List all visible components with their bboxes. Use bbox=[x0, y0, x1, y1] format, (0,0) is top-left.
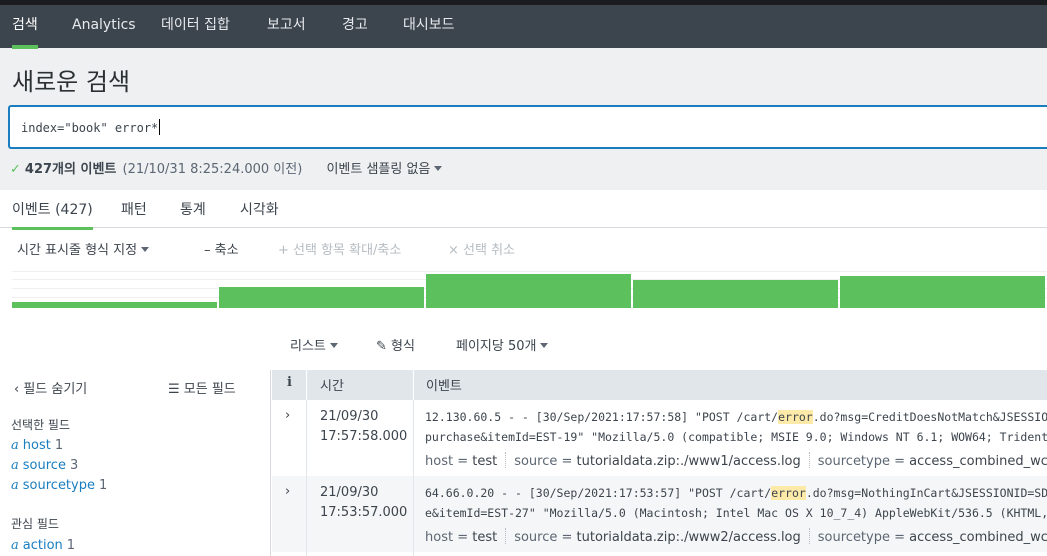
timeline-bar[interactable] bbox=[12, 302, 217, 308]
host-value[interactable]: test bbox=[472, 454, 497, 469]
string-type-icon: a bbox=[11, 538, 19, 553]
column-divider bbox=[413, 370, 414, 400]
chevron-down-icon bbox=[434, 166, 443, 171]
field-sourcetype[interactable]: a sourcetype 1 bbox=[11, 478, 107, 493]
page-title: 새로운 검색 bbox=[12, 68, 131, 96]
deselect-button[interactable]: × 선택 취소 bbox=[448, 239, 515, 258]
field-divider bbox=[808, 528, 810, 544]
nav-tab-dashboards[interactable]: 대시보드 bbox=[403, 5, 455, 48]
column-divider bbox=[306, 370, 307, 400]
string-type-icon: a bbox=[11, 478, 19, 493]
search-term-highlight: error bbox=[771, 486, 806, 500]
expand-row-icon[interactable]: › bbox=[285, 484, 290, 499]
sourcetype-value[interactable]: access_combined_wcookie bbox=[909, 454, 1047, 469]
timeline-bar[interactable] bbox=[219, 287, 424, 308]
check-icon: ✓ bbox=[10, 162, 21, 177]
events-table-header: i 시간 이벤트 bbox=[272, 370, 1047, 400]
field-host[interactable]: a host 1 bbox=[11, 438, 63, 453]
search-bar[interactable]: index="book" error* bbox=[8, 105, 1047, 149]
chevron-down-icon bbox=[540, 343, 549, 348]
sampling-dropdown[interactable]: 이벤트 샘플링 없음 bbox=[326, 162, 443, 177]
results-tabs: 이벤트 (427) 패턴 통계 시각화 bbox=[0, 190, 1047, 230]
field-divider bbox=[808, 452, 810, 468]
column-divider bbox=[306, 400, 307, 556]
search-input[interactable]: index="book" error* bbox=[21, 119, 161, 135]
event-timeline[interactable] bbox=[12, 264, 1047, 308]
timeline-bar[interactable] bbox=[633, 280, 838, 308]
string-type-icon: a bbox=[11, 438, 19, 453]
field-divider bbox=[505, 452, 507, 468]
selected-fields-heading: 선택한 필드 bbox=[11, 418, 71, 432]
time-column-header[interactable]: 시간 bbox=[320, 375, 344, 394]
tab-statistics[interactable]: 통계 bbox=[180, 199, 206, 219]
event-time-range: (21/10/31 8:25:24.000 이전) bbox=[122, 162, 303, 177]
column-divider bbox=[413, 400, 414, 556]
tab-events[interactable]: 이벤트 (427) bbox=[12, 199, 93, 230]
field-divider bbox=[505, 528, 507, 544]
host-value[interactable]: test bbox=[472, 530, 497, 545]
per-page-dropdown[interactable]: 페이지당 50개 bbox=[456, 335, 549, 354]
event-time: 21/09/30 17:57:58.000 bbox=[320, 409, 408, 444]
tab-events-label: 이벤트 bbox=[12, 202, 51, 218]
chevron-down-icon bbox=[329, 343, 338, 348]
job-status: ✓ 427개의 이벤트 (21/10/31 8:25:24.000 이전) 이벤트… bbox=[10, 158, 443, 177]
pencil-icon: ✎ bbox=[376, 339, 387, 354]
timeline-format-dropdown[interactable]: 시간 표시줄 형식 지정 bbox=[17, 239, 150, 258]
event-count: 427개의 이벤트 bbox=[24, 162, 117, 177]
timeline-format-label: 시간 표시줄 형식 지정 bbox=[17, 243, 138, 258]
source-value[interactable]: tutorialdata.zip:./www2/access.log bbox=[577, 530, 801, 545]
info-column-header: i bbox=[287, 375, 292, 390]
tab-visualization[interactable]: 시각화 bbox=[240, 199, 279, 219]
sourcetype-value[interactable]: access_combined_wcookie bbox=[909, 530, 1047, 545]
table-row: › 21/09/30 17:53:57.000 64.66.0.20 - - [3… bbox=[272, 476, 1047, 552]
event-raw-text[interactable]: 64.66.0.20 - - [30/Sep/2021:17:53:57] "P… bbox=[425, 483, 1047, 523]
text-cursor bbox=[159, 119, 161, 135]
search-term-highlight: error bbox=[778, 410, 813, 424]
all-fields-button[interactable]: ☰ 모든 필드 bbox=[168, 378, 236, 397]
event-fields: host = test source = tutorialdata.zip:./w… bbox=[425, 452, 1047, 469]
field-action[interactable]: a action 1 bbox=[11, 538, 75, 553]
top-nav: 검색 Analytics 데이터 집합 보고서 경고 대시보드 bbox=[0, 0, 1047, 49]
zoom-out-button[interactable]: – 축소 bbox=[204, 239, 239, 258]
format-label: 형식 bbox=[391, 339, 415, 354]
nav-tab-reports[interactable]: 보고서 bbox=[267, 5, 306, 48]
timeline-bar[interactable] bbox=[840, 276, 1045, 308]
string-type-icon: a bbox=[11, 458, 19, 473]
list-toolbar: 리스트 ✎ 형식 페이지당 50개 bbox=[0, 334, 1047, 356]
event-raw-text[interactable]: 12.130.60.5 - - [30/Sep/2021:17:57:58] "… bbox=[425, 407, 1047, 447]
timeline-toolbar: 시간 표시줄 형식 지정 – 축소 + 선택 항목 확대/축소 × 선택 취소 bbox=[0, 236, 1047, 262]
chevron-down-icon bbox=[141, 247, 150, 252]
nav-tab-search[interactable]: 검색 bbox=[12, 5, 38, 49]
event-time: 21/09/30 17:53:57.000 bbox=[320, 485, 408, 520]
tab-patterns[interactable]: 패턴 bbox=[121, 199, 147, 219]
nav-tab-datasets[interactable]: 데이터 집합 bbox=[161, 5, 230, 48]
per-page-label: 페이지당 50개 bbox=[456, 339, 537, 354]
zoom-selection-button[interactable]: + 선택 항목 확대/축소 bbox=[278, 239, 401, 258]
hide-fields-button[interactable]: ‹ 필드 숨기기 bbox=[14, 378, 87, 397]
event-fields: host = test source = tutorialdata.zip:./w… bbox=[425, 528, 1047, 545]
expand-row-icon[interactable]: › bbox=[285, 408, 290, 423]
event-column-header: 이벤트 bbox=[426, 379, 462, 394]
search-query-text: index="book" error* bbox=[21, 121, 159, 135]
format-button[interactable]: ✎ 형식 bbox=[376, 335, 415, 354]
nav-tab-alerts[interactable]: 경고 bbox=[342, 5, 368, 48]
table-row: › 21/09/30 17:57:58.000 12.130.60.5 - - [… bbox=[272, 400, 1047, 476]
interesting-fields-heading: 관심 필드 bbox=[11, 517, 59, 531]
sampling-label: 이벤트 샘플링 없음 bbox=[326, 162, 431, 177]
list-view-label: 리스트 bbox=[290, 339, 326, 354]
timeline-gridline bbox=[12, 271, 1047, 272]
fields-sidebar: ‹ 필드 숨기기 ☰ 모든 필드 선택한 필드 a host 1 a source 3 … bbox=[0, 370, 271, 556]
tab-events-count: (427) bbox=[55, 202, 93, 218]
list-view-dropdown[interactable]: 리스트 bbox=[290, 335, 338, 354]
source-value[interactable]: tutorialdata.zip:./www1/access.log bbox=[577, 454, 801, 469]
field-source[interactable]: a source 3 bbox=[11, 458, 78, 473]
timeline-bar[interactable] bbox=[426, 274, 631, 308]
nav-tab-analytics[interactable]: Analytics bbox=[72, 5, 136, 48]
